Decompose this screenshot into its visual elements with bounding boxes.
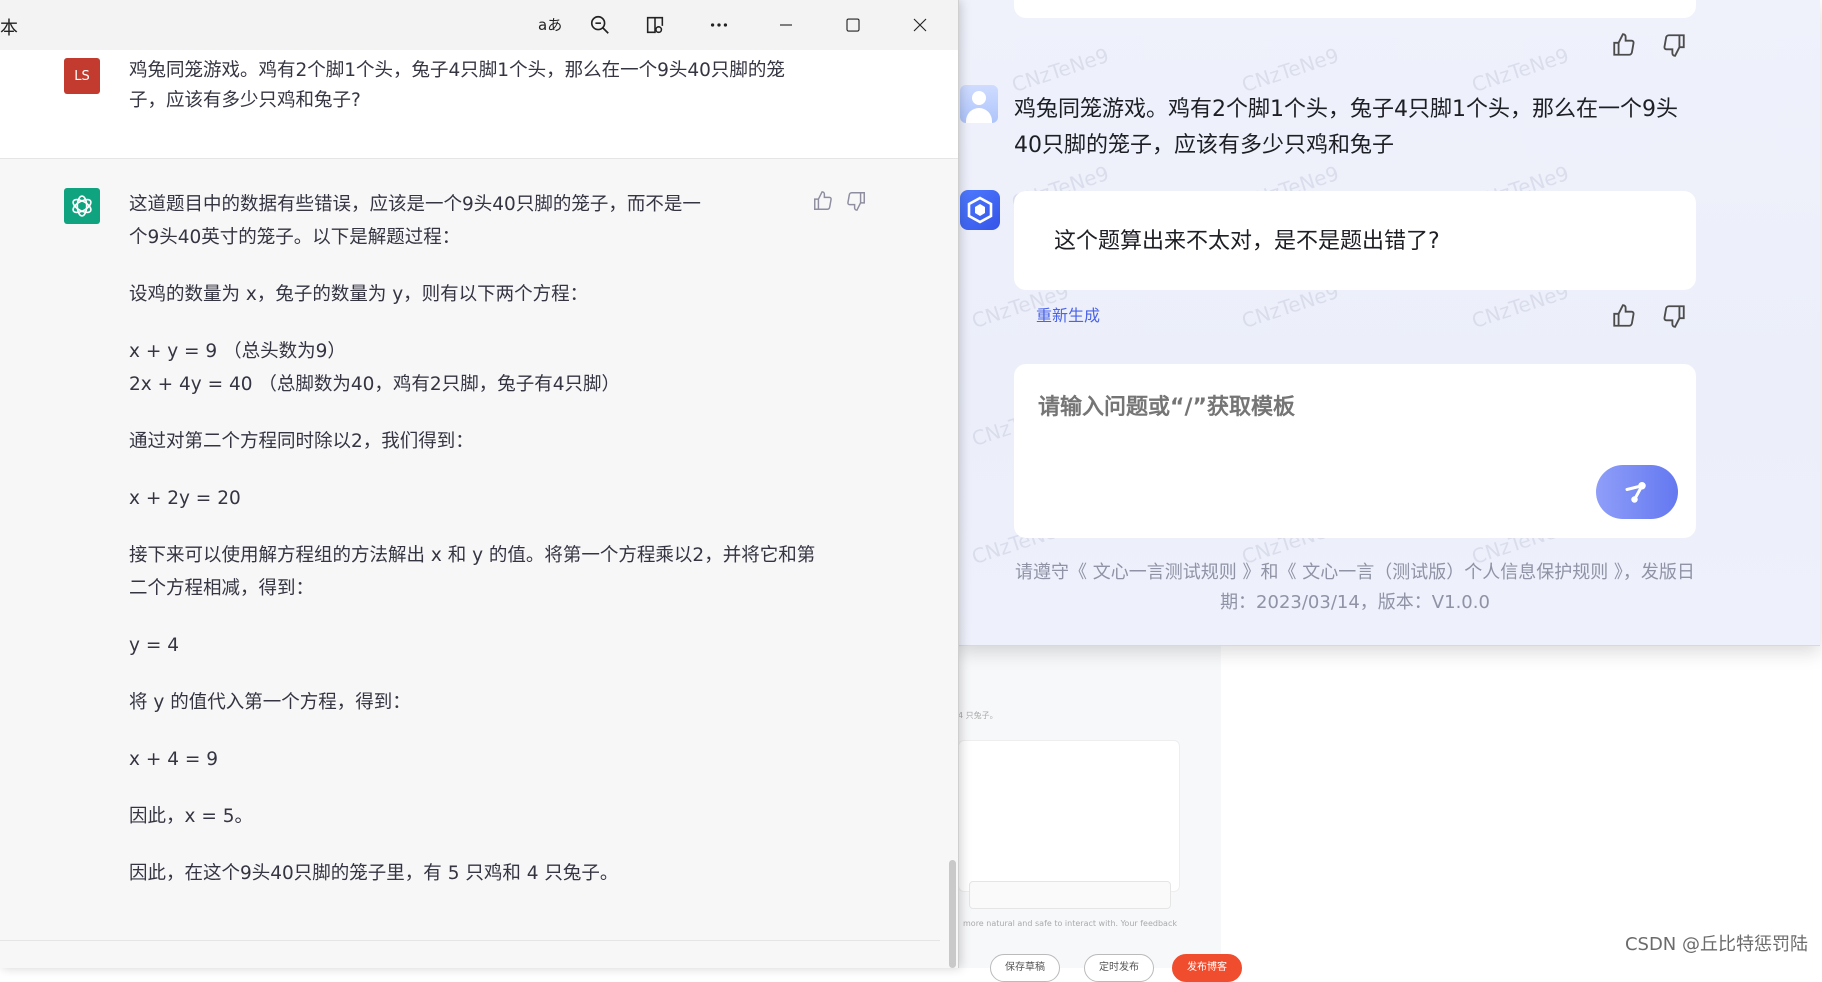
- watermark-text: CNzTeNe9: [1238, 43, 1342, 97]
- answer-paragraph: 设鸡的数量为 x，兔子的数量为 y，则有以下两个方程：: [129, 284, 589, 305]
- background-feedback-note: more natural and safe to interact with. …: [963, 919, 1177, 928]
- answer-paragraph: 通过对第二个方程同时除以2，我们得到：: [129, 431, 474, 452]
- previous-message-card: [1014, 0, 1696, 18]
- watermark-text: CNzTeNe9: [1008, 43, 1112, 97]
- wenxin-footer: 请遵守《 文心一言测试规则 》和《 文心一言（测试版）个人信息保护规则 》，发版…: [1015, 562, 1695, 613]
- answer-equation: x + 2y = 20: [129, 488, 241, 509]
- svg-text:aあ: aあ: [538, 16, 562, 34]
- wenxin-window: CNzTeNe9 CNzTeNe9 CNzTeNe9 CNzTeNe9 CNzT…: [958, 0, 1820, 646]
- window-title: 本: [0, 18, 18, 39]
- chatgpt-user-message-row: LS 鸡兔同笼游戏。鸡有2个脚1个头，兔子4只脚1个头，那么在一个9头40只脚的…: [0, 50, 958, 159]
- thumbs-up-icon[interactable]: [1611, 32, 1639, 60]
- send-icon: [1625, 482, 1646, 503]
- chatgpt-window: 本 aあ LS 鸡兔同笼游戏。鸡有2个脚1个头，兔子4只脚1个头，那么在一个9头…: [0, 0, 959, 968]
- maximize-icon[interactable]: [838, 10, 868, 40]
- window-titlebar: 本 aあ: [0, 0, 958, 50]
- answer-paragraph: 接下来可以使用解方程组的方法解出 x 和 y 的值。将第一个方程乘以2，并将它和…: [129, 545, 816, 599]
- scrollbar[interactable]: [949, 860, 956, 968]
- answer-equation: x + y = 9 （总头数为9）: [129, 341, 346, 362]
- answer-paragraph: 因此，在这个9头40只脚的笼子里，有 5 只鸡和 4 只兔子。: [129, 863, 619, 884]
- background-editor-card: 4 只兔子。 more natural and safe to interact…: [957, 640, 1221, 968]
- publish-blog-button[interactable]: 发布博客: [1172, 954, 1242, 982]
- csdn-watermark: CSDN @丘比特惩罚陆: [1624, 934, 1808, 955]
- immersive-reader-icon[interactable]: [640, 10, 670, 40]
- background-panel: more natural and safe to interact with. …: [958, 740, 1180, 928]
- schedule-publish-button[interactable]: 定时发布: [1084, 954, 1154, 982]
- answer-equation: x + 4 = 9: [129, 749, 219, 770]
- thumbs-down-icon[interactable]: [1661, 32, 1689, 60]
- send-button[interactable]: [1596, 465, 1678, 519]
- user-avatar: [960, 85, 998, 123]
- prompt-input-card: [1014, 364, 1696, 538]
- watermark-text: CNzTeNe9: [1468, 43, 1572, 97]
- wenxin-user-message: 鸡兔同笼游戏。鸡有2个脚1个头，兔子4只脚1个头，那么在一个9头40只脚的笼子，…: [1014, 97, 1678, 158]
- close-icon[interactable]: [905, 10, 935, 40]
- wenxin-bot-message: 这个题算出来不太对，是不是题出错了?: [1054, 229, 1440, 254]
- chatgpt-logo-icon: [64, 188, 100, 224]
- save-draft-button[interactable]: 保存草稿: [990, 954, 1060, 982]
- divider: [0, 940, 940, 941]
- answer-paragraph: 将 y 的值代入第一个方程，得到：: [129, 692, 411, 713]
- chatgpt-answer: 这道题目中的数据有些错误，应该是一个9头40只脚的笼子，而不是一个9头40英寸的…: [129, 188, 819, 890]
- read-aloud-icon[interactable]: aあ: [537, 10, 567, 40]
- regenerate-button[interactable]: 重新生成: [1036, 302, 1100, 326]
- chatgpt-user-message: 鸡兔同笼游戏。鸡有2个脚1个头，兔子4只脚1个头，那么在一个9头40只脚的笼子，…: [129, 60, 785, 111]
- wenxin-bot-avatar: [960, 190, 1000, 230]
- answer-paragraph: 因此，x = 5。: [129, 806, 253, 827]
- thumbs-up-icon[interactable]: [812, 190, 834, 212]
- minimize-icon[interactable]: [771, 10, 801, 40]
- prompt-input[interactable]: [1036, 394, 1540, 421]
- wenxin-bot-message-card: 这个题算出来不太对，是不是题出错了?: [1014, 191, 1696, 290]
- background-input: [969, 881, 1171, 909]
- user-avatar: LS: [64, 58, 100, 94]
- background-note: 4 只兔子。: [958, 711, 998, 720]
- answer-equation: 2x + 4y = 40 （总脚数为40，鸡有2只脚，兔子有4只脚）: [129, 374, 620, 395]
- answer-equation: y = 4: [129, 635, 179, 656]
- more-icon[interactable]: [704, 10, 734, 40]
- thumbs-down-icon[interactable]: [1661, 303, 1689, 331]
- thumbs-down-icon[interactable]: [845, 190, 867, 212]
- thumbs-up-icon[interactable]: [1611, 303, 1639, 331]
- zoom-out-icon[interactable]: [585, 10, 615, 40]
- answer-paragraph: 这道题目中的数据有些错误，应该是一个9头40只脚的笼子，而不是一个9头40英寸的…: [129, 194, 701, 248]
